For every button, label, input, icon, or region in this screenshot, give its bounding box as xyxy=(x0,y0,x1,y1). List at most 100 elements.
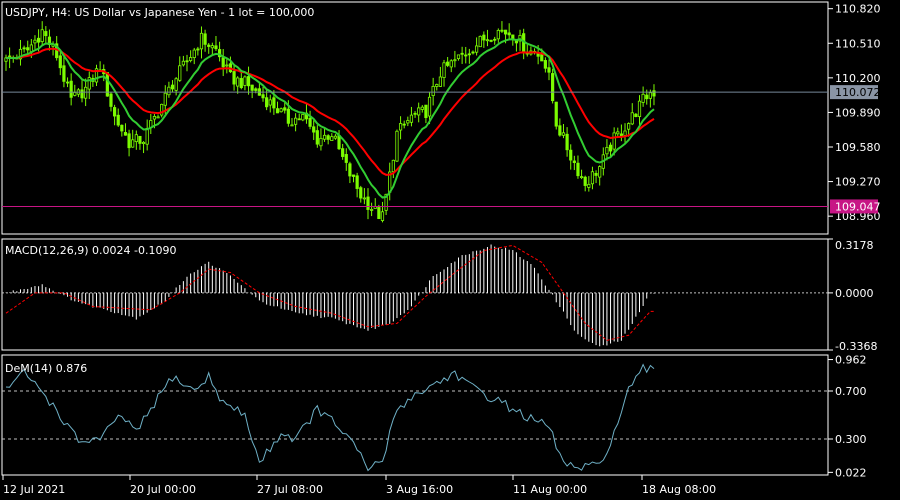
price-candle-body xyxy=(272,97,276,109)
price-candle-body xyxy=(308,117,312,127)
price-candle-body xyxy=(65,81,70,84)
price-candle-body xyxy=(178,65,182,81)
price-candle-body xyxy=(261,94,265,99)
price-tick-label: 109.270 xyxy=(835,176,881,189)
price-candle-body xyxy=(203,33,207,45)
price-candle-body xyxy=(637,100,642,117)
price-candle-body xyxy=(113,107,117,117)
price-candle-body xyxy=(572,160,576,163)
price-candle-body xyxy=(641,93,645,103)
price-candle-body xyxy=(330,136,334,141)
price-candle-body xyxy=(391,159,395,173)
price-candle-body xyxy=(214,45,218,50)
price-candle-body xyxy=(576,162,580,177)
price-candle-body xyxy=(377,207,381,219)
price-candle-body xyxy=(583,176,587,186)
price-candle-body xyxy=(427,96,432,117)
price-tick-label: 109.890 xyxy=(835,106,881,119)
price-candle-body xyxy=(420,106,424,110)
price-candle-body xyxy=(565,133,569,151)
price-candle-body xyxy=(22,47,26,50)
price-candle-body xyxy=(319,137,323,147)
price-candle-body xyxy=(26,47,30,51)
price-candle-body xyxy=(598,166,602,178)
price-candle-body xyxy=(619,133,624,137)
price-candle-body xyxy=(141,141,146,144)
price-candle-body xyxy=(69,80,73,98)
price-candle-body xyxy=(192,49,196,58)
price-candle-body xyxy=(246,76,251,87)
price-candle-body xyxy=(170,84,175,90)
price-candle-body xyxy=(167,86,171,96)
price-tick-label: 110.820 xyxy=(835,3,881,16)
price-tick-label: 110.200 xyxy=(835,72,881,85)
price-candle-body xyxy=(225,64,229,67)
price-candle-body xyxy=(116,114,120,126)
price-candle-body xyxy=(286,108,290,124)
price-candle-body xyxy=(467,53,471,56)
price-candle-body xyxy=(561,132,566,136)
price-candle-body xyxy=(464,54,468,57)
time-tick-label: 20 Jul 00:00 xyxy=(130,483,196,496)
price-candle-body xyxy=(409,114,414,123)
price-candle-body xyxy=(482,34,486,41)
horizontal-level-label: 109.047 xyxy=(835,200,881,213)
price-candle-body xyxy=(569,149,573,161)
price-candle-body xyxy=(554,101,558,127)
price-candle-body xyxy=(344,154,348,163)
price-candle-body xyxy=(413,112,417,115)
price-candle-body xyxy=(268,99,272,106)
price-candle-body xyxy=(207,44,211,47)
price-candle-body xyxy=(62,65,66,82)
price-candle-body xyxy=(131,139,135,148)
price-candle-body xyxy=(181,60,185,66)
price-candle-body xyxy=(80,89,84,99)
price-candle-body xyxy=(174,78,178,91)
price-candle-body xyxy=(485,39,490,42)
price-candle-body xyxy=(341,148,345,157)
price-candle-body xyxy=(594,173,598,176)
price-candle-body xyxy=(322,134,327,140)
price-candle-body xyxy=(478,35,482,48)
price-candle-body xyxy=(438,76,443,87)
price-candle-body xyxy=(312,126,316,133)
time-tick-label: 12 Jul 2021 xyxy=(3,483,65,496)
price-candle-body xyxy=(290,124,294,127)
time-tick-label: 18 Aug 08:00 xyxy=(642,483,716,496)
price-candle-body xyxy=(156,116,160,119)
price-candle-body xyxy=(138,135,142,144)
price-candle-body xyxy=(134,134,138,143)
price-candle-body xyxy=(551,73,555,102)
price-candle-body xyxy=(435,84,439,87)
price-candle-body xyxy=(424,104,428,118)
price-candle-body xyxy=(109,93,113,107)
price-candle-body xyxy=(163,92,167,106)
price-candle-body xyxy=(359,187,363,199)
price-tick-label: 109.580 xyxy=(835,141,881,154)
bid-price-label: 110.072 xyxy=(835,86,881,99)
price-candle-body xyxy=(398,123,403,131)
price-candle-body xyxy=(243,76,247,86)
price-candle-body xyxy=(471,51,475,54)
price-candle-body xyxy=(558,125,562,136)
price-candle-body xyxy=(199,32,204,50)
price-candle-body xyxy=(210,45,214,49)
price-candle-body xyxy=(547,67,551,73)
price-candle-body xyxy=(40,29,44,42)
price-candle-body xyxy=(496,29,500,40)
price-candle-body xyxy=(453,59,457,62)
price-candle-body xyxy=(395,130,399,162)
price-candle-body xyxy=(648,92,652,99)
price-candle-body xyxy=(254,88,258,91)
price-candle-body xyxy=(489,39,493,42)
price-candle-body xyxy=(460,52,464,55)
price-candle-body xyxy=(608,144,613,152)
price-candle-body xyxy=(456,54,461,60)
price-candle-body xyxy=(315,130,319,145)
price-candle-body xyxy=(406,120,410,124)
price-candle-body xyxy=(351,174,356,177)
price-candle-body xyxy=(514,40,519,44)
time-tick-label: 11 Aug 00:00 xyxy=(513,483,587,496)
demarker-tick-label: 0.962 xyxy=(835,354,867,367)
price-candle-body xyxy=(297,118,301,121)
